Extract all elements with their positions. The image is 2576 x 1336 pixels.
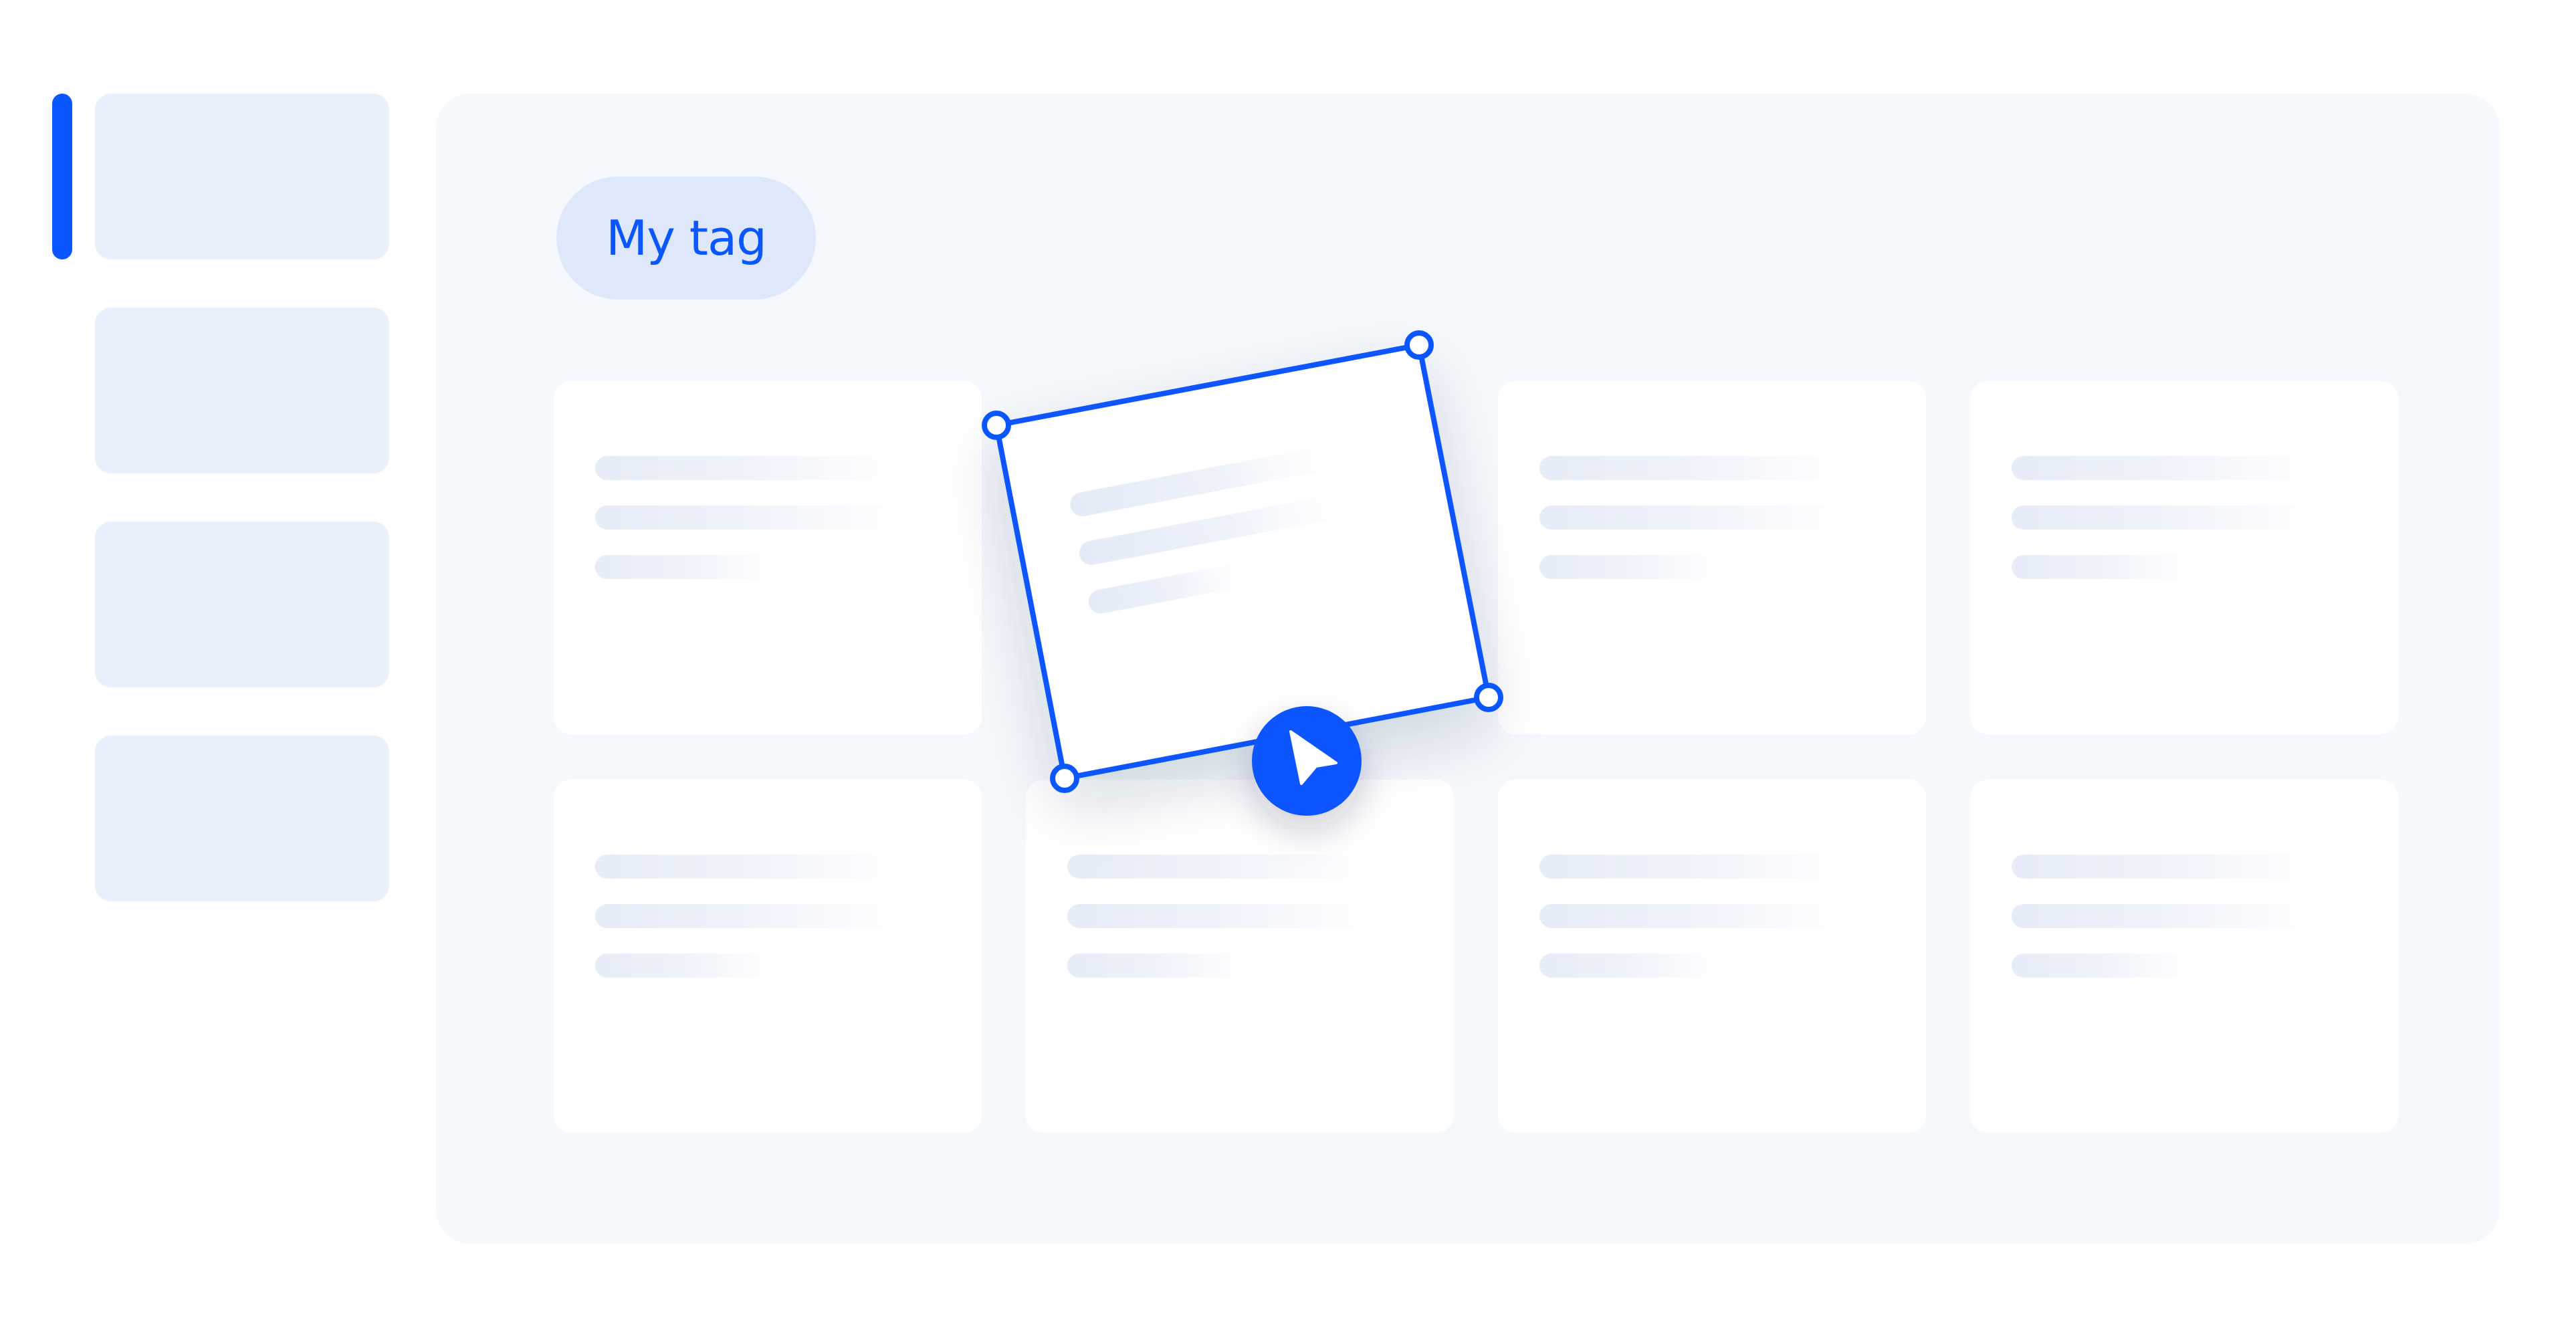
tag-chip[interactable]: My tag [556, 177, 816, 300]
placeholder-line [2012, 904, 2319, 928]
placeholder-line [595, 904, 903, 928]
sidebar-active-indicator [52, 94, 72, 259]
sidebar-item-3[interactable] [95, 522, 389, 687]
resize-handle-bottom-right[interactable] [1474, 683, 1503, 712]
placeholder-line [595, 855, 903, 879]
placeholder-line [595, 456, 903, 480]
placeholder-line [1067, 904, 1375, 928]
cursor-button[interactable] [1252, 706, 1362, 816]
placeholder-line [2012, 506, 2319, 530]
placeholder-line [1539, 555, 1720, 579]
placeholder-line [2012, 456, 2319, 480]
board-card[interactable] [1498, 780, 1926, 1133]
placeholder-line [595, 555, 776, 579]
board-card[interactable] [1970, 381, 2398, 734]
placeholder-line [2012, 954, 2192, 978]
resize-handle-top-right[interactable] [1404, 330, 1434, 360]
resize-handle-bottom-left[interactable] [1050, 764, 1079, 793]
placeholder-line [1539, 855, 1847, 879]
placeholder-line [2012, 555, 2192, 579]
board-card[interactable] [554, 780, 982, 1133]
board-card[interactable] [1498, 381, 1926, 734]
dragged-card-frame[interactable] [994, 342, 1491, 781]
board-card[interactable] [554, 381, 982, 734]
placeholder-line [1539, 456, 1847, 480]
board-card[interactable] [1970, 780, 2398, 1133]
placeholder-line [1067, 954, 1248, 978]
placeholder-line [595, 506, 903, 530]
board-card[interactable] [1026, 780, 1454, 1133]
sidebar-item-1[interactable] [95, 94, 389, 259]
placeholder-line [1539, 954, 1720, 978]
placeholder-line [2012, 855, 2319, 879]
placeholder-line [595, 954, 776, 978]
sidebar-item-2[interactable] [95, 308, 389, 473]
resize-handle-top-left[interactable] [982, 411, 1011, 440]
placeholder-line [1539, 904, 1847, 928]
placeholder-line [1067, 855, 1375, 879]
sidebar-item-4[interactable] [95, 736, 389, 901]
placeholder-line [1539, 506, 1847, 530]
